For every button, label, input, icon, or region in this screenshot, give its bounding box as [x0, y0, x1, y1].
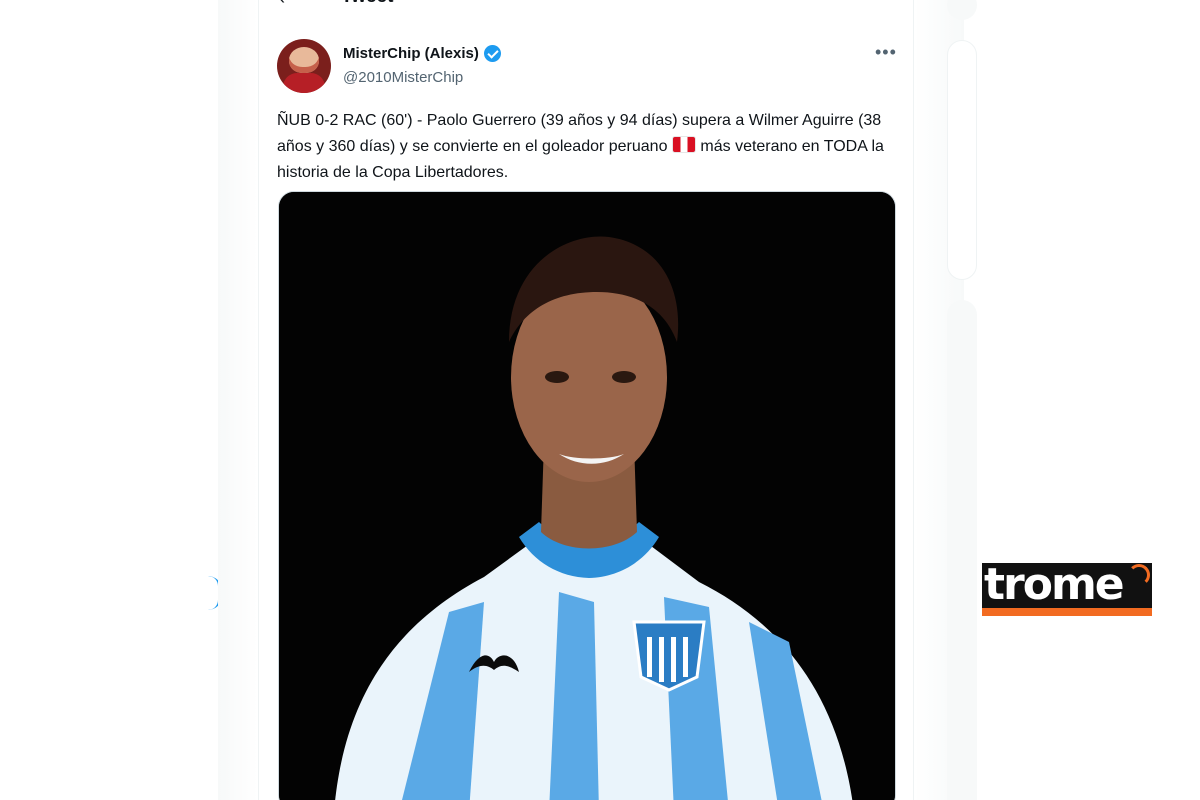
signal-icon	[1128, 564, 1150, 586]
sidebar-trends-edge	[947, 300, 977, 800]
avatar-shirt	[283, 73, 325, 93]
avatar-face	[289, 47, 319, 73]
author-name-row[interactable]: MisterChip (Alexis)	[343, 45, 501, 62]
page-title: Tweet	[341, 0, 393, 8]
sidebar-card-edge	[947, 40, 977, 280]
arrow-left-icon[interactable]: ‹	[279, 0, 295, 7]
author-display-name[interactable]: MisterChip (Alexis)	[343, 45, 479, 62]
trome-logo: trome	[982, 563, 1152, 616]
tweet-media-photo[interactable]	[278, 191, 896, 800]
tweet-header: ‹ Tweet	[259, 0, 915, 14]
trome-logo-text: trome	[984, 563, 1125, 610]
tweet-text: ÑUB 0-2 RAC (60') - Paolo Guerrero (39 a…	[277, 108, 902, 186]
flag-peru-icon	[671, 136, 696, 153]
verified-badge-icon	[483, 45, 501, 62]
more-horizontal-icon[interactable]: •••	[875, 43, 897, 61]
player-photo	[279, 192, 895, 800]
left-nav-gutter	[0, 0, 218, 800]
author-handle[interactable]: @2010MisterChip	[343, 69, 463, 86]
avatar[interactable]	[277, 39, 331, 93]
tweet-column: ‹ Tweet MisterChip (Alexis) @2010MisterC…	[258, 0, 914, 800]
logo-underline	[982, 608, 1152, 616]
left-shadow	[218, 0, 258, 800]
